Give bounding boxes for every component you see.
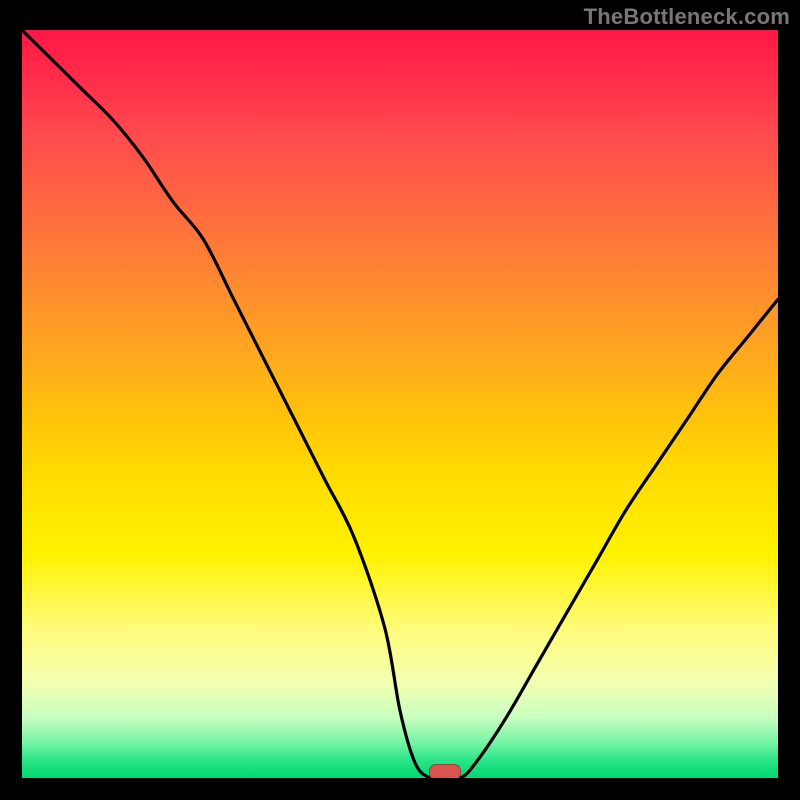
- bottleneck-curve: [22, 30, 778, 778]
- attribution-label: TheBottleneck.com: [584, 4, 790, 30]
- chart-frame: TheBottleneck.com: [0, 0, 800, 800]
- plot-area: [22, 30, 778, 778]
- optimal-point-marker: [429, 764, 461, 778]
